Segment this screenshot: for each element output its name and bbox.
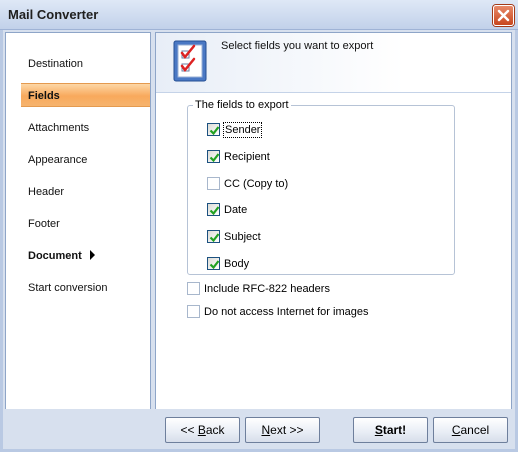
check-icon <box>209 233 220 243</box>
checklist-icon <box>173 40 207 82</box>
start-button[interactable]: Start! <box>353 417 428 443</box>
sidebar-item-label: Start conversion <box>28 282 108 294</box>
checkbox-label: Date <box>224 204 248 216</box>
next-button[interactable]: Next >> <box>245 417 320 443</box>
sidebar-item-header[interactable]: Header <box>6 180 150 204</box>
sidebar-item-label: Header <box>28 186 65 198</box>
checkbox[interactable] <box>207 230 220 243</box>
checkbox[interactable] <box>207 203 220 216</box>
button-mnemonic: N <box>261 423 271 437</box>
checkbox-label: Subject <box>224 231 261 243</box>
sidebar-item-label: Fields <box>28 90 60 102</box>
checkbox[interactable] <box>187 282 200 295</box>
check-icon <box>209 126 220 136</box>
sidebar-item-appearance[interactable]: Appearance <box>6 148 150 172</box>
checkbox[interactable] <box>207 177 220 190</box>
checkbox[interactable] <box>207 150 220 163</box>
check-icon <box>209 153 220 163</box>
window-title: Mail Converter <box>8 7 99 22</box>
group-label: The fields to export <box>193 99 291 111</box>
checkbox-label: Body <box>224 258 250 270</box>
button-text: tart! <box>382 423 407 437</box>
fields-group: The fields to export Sender Recipient CC… <box>187 99 455 275</box>
sidebar-item-start-conversion[interactable]: Start conversion <box>6 276 150 300</box>
checkbox-label: Do not access Internet for images <box>204 306 369 318</box>
sidebar-item-footer[interactable]: Footer <box>6 212 150 236</box>
sidebar-item-fields[interactable]: Fields <box>21 83 150 107</box>
checkbox-label: CC (Copy to) <box>224 178 289 190</box>
sidebar-item-label: Destination <box>28 58 84 70</box>
content-header-text: Select fields you want to export <box>221 40 374 52</box>
title-bar: Mail Converter <box>0 0 518 30</box>
check-icon <box>209 206 220 216</box>
button-text: ext >> <box>270 423 304 437</box>
checkbox-label: Recipient <box>224 151 270 163</box>
sidebar-item-label: Attachments <box>28 122 90 134</box>
button-text: ack <box>205 423 225 437</box>
button-text: << <box>180 423 198 437</box>
check-icon <box>209 260 220 270</box>
checkbox[interactable] <box>207 257 220 270</box>
button-mnemonic: B <box>197 423 206 437</box>
checkbox-label: Include RFC-822 headers <box>204 283 330 295</box>
button-mnemonic: S <box>374 423 383 437</box>
checkbox[interactable] <box>207 123 220 136</box>
checkbox-label: Sender <box>222 122 263 138</box>
content-panel: Select fields you want to export The fie… <box>155 32 512 410</box>
sidebar-item-attachments[interactable]: Attachments <box>6 116 150 140</box>
sidebar-item-document[interactable]: Document <box>6 244 150 268</box>
checkbox[interactable] <box>187 305 200 318</box>
cancel-button[interactable]: Cancel <box>433 417 508 443</box>
chevron-right-icon <box>89 250 95 260</box>
back-button[interactable]: << Back <box>165 417 240 443</box>
close-icon <box>497 9 510 22</box>
sidebar-item-label: Document <box>28 250 82 262</box>
sidebar-item-destination[interactable]: Destination <box>6 52 150 76</box>
sidebar-item-label: Footer <box>28 218 60 230</box>
button-text: ancel <box>460 423 490 437</box>
sidebar: Destination Fields Attachments Appearanc… <box>5 32 151 410</box>
sidebar-item-label: Appearance <box>28 154 88 166</box>
close-button[interactable] <box>493 5 514 26</box>
content-header: Select fields you want to export <box>156 33 511 93</box>
